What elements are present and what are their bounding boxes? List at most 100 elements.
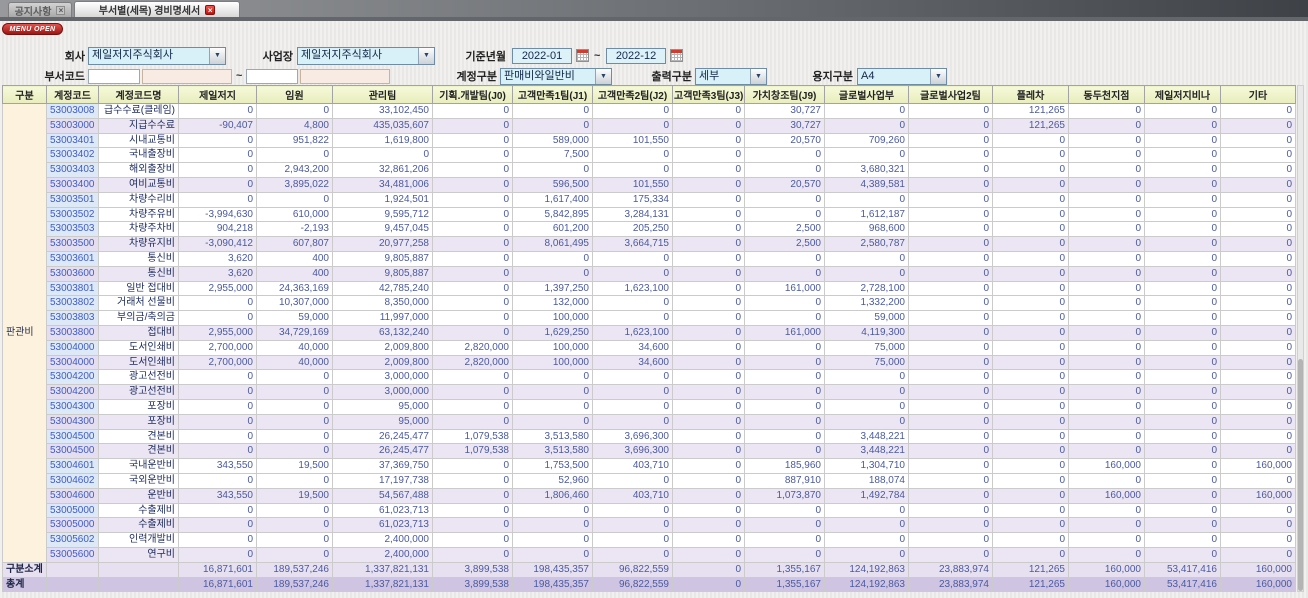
dept-code-from-input[interactable] <box>88 69 140 84</box>
amount-cell: 20,977,258 <box>332 236 433 252</box>
table-row[interactable]: 53004500 견본비 0 0 26,245,477 1,079,538 3,513,58… <box>3 428 1296 445</box>
table-row[interactable]: 53003000 지급수수료 -90,407 4,800 435,035,607 0 0 0 0… <box>3 117 1296 134</box>
period-from-input[interactable] <box>512 48 572 64</box>
table-row[interactable]: 53003500 차량유지비 -3,090,412 607,807 20,977,258… <box>3 236 1296 252</box>
table-row[interactable]: 53004600 운반비 343,550 19,500 54,567,488 0 1,806… <box>3 487 1296 504</box>
account-code-cell: 53004300 <box>46 413 99 430</box>
amount-cell: 0 <box>1068 428 1145 445</box>
account-code-cell: 53004500 <box>46 428 99 445</box>
footer-amount-cell: 23,883,974 <box>908 561 993 578</box>
table-row[interactable]: 53003501 차량수리비 0 0 1,924,501 0 1,617,400 175,33… <box>3 191 1296 208</box>
account-code-cell: 53003400 <box>46 176 99 193</box>
amount-cell: 26,245,477 <box>332 428 433 445</box>
amount-cell: 0 <box>744 354 825 371</box>
amount-cell: 0 <box>512 384 593 400</box>
table-row[interactable]: 53004000 도서인쇄비 2,700,000 40,000 2,009,800 2,8… <box>3 339 1296 356</box>
workplace-select[interactable]: 제일저지주식회사 ▼ <box>297 47 435 65</box>
amount-cell: 3,284,131 <box>592 206 673 223</box>
table-row[interactable]: 53004300 포장비 0 0 95,000 0 0 0 0 0 0 0 0 0 0 0 <box>3 398 1296 415</box>
table-row[interactable]: 53004200 광고선전비 0 0 3,000,000 0 0 0 0 0 0 0 0 0 0 0 <box>3 369 1296 386</box>
tab-expense-report[interactable]: 부서별(세목) 경비명세서 × <box>74 1 240 17</box>
paper-type-select[interactable]: A4 ▼ <box>857 68 947 85</box>
amount-cell: 0 <box>178 398 257 415</box>
account-name-cell: 일반 접대비 <box>98 280 179 297</box>
table-row[interactable]: 53004602 국외운반비 0 0 17,197,738 0 52,960 0 0 887,91… <box>3 472 1296 489</box>
amount-cell: 0 <box>1144 162 1221 178</box>
amount-cell: 0 <box>432 265 513 282</box>
amount-cell: 343,550 <box>178 487 257 504</box>
column-header: 임원 <box>256 85 333 104</box>
amount-cell: 0 <box>1068 546 1145 563</box>
account-type-select[interactable]: 판매비와일반비 ▼ <box>500 68 612 85</box>
table-row[interactable]: 53003401 시내교통비 0 951,822 1,619,800 0 589,000 10… <box>3 132 1296 149</box>
amount-cell: 33,102,450 <box>332 103 433 119</box>
account-code-cell: 53005602 <box>46 532 99 548</box>
table-row[interactable]: 53005600 연구비 0 0 2,400,000 0 0 0 0 0 0 0 0 0 0 0 <box>3 546 1296 563</box>
amount-cell: 0 <box>744 502 825 519</box>
chevron-down-icon[interactable]: ▼ <box>595 69 611 84</box>
amount-cell: 0 <box>256 369 333 386</box>
footer-amount-cell: 16,871,601 <box>178 576 257 593</box>
amount-cell: 3,448,221 <box>824 428 909 445</box>
amount-cell: 0 <box>256 532 333 548</box>
table-row[interactable]: 53005000 수출제비 0 0 61,023,713 0 0 0 0 0 0 0 0 0 0 0 <box>3 502 1296 519</box>
dept-code-to-input[interactable] <box>246 69 298 84</box>
scrollbar-thumb[interactable] <box>1298 358 1303 591</box>
table-row[interactable]: 53004200 광고선전비 0 0 3,000,000 0 0 0 0 0 0 0 0 0 0 0 <box>3 384 1296 400</box>
table-row[interactable]: 53003403 해외출장비 0 2,943,200 32,861,206 0 0 0 0 0 3,… <box>3 162 1296 178</box>
amount-cell: 0 <box>592 369 673 386</box>
workplace-select-value: 제일저지주식회사 <box>301 49 382 61</box>
tab-close-icon[interactable]: × <box>205 4 216 15</box>
tab-notice[interactable]: 공지사항 × <box>8 2 72 18</box>
amount-cell: 0 <box>992 162 1069 178</box>
table-row[interactable]: 53004000 도서인쇄비 2,700,000 40,000 2,009,800 2,8… <box>3 354 1296 371</box>
tab-close-icon[interactable]: × <box>56 5 66 15</box>
chevron-down-icon[interactable]: ▼ <box>750 69 766 84</box>
vertical-scrollbar[interactable] <box>1297 85 1304 592</box>
table-row[interactable]: 53005602 인력개발비 0 0 2,400,000 0 0 0 0 0 0 0 0 0 0 0 <box>3 532 1296 548</box>
amount-cell: 0 <box>256 191 333 208</box>
amount-cell: 3,513,580 <box>512 428 593 445</box>
table-row[interactable]: 53005000 수출제비 0 0 61,023,713 0 0 0 0 0 0 0 0 0 0 0 <box>3 517 1296 534</box>
amount-cell: 0 <box>1068 472 1145 489</box>
chevron-down-icon[interactable]: ▼ <box>418 48 434 64</box>
amount-cell: 0 <box>432 398 513 415</box>
table-row[interactable]: 53003503 차량주차비 904,218 -2,193 9,457,045 0 601,… <box>3 221 1296 238</box>
amount-cell: 0 <box>432 546 513 563</box>
period-to-input[interactable] <box>606 48 666 64</box>
chevron-down-icon[interactable]: ▼ <box>930 69 946 84</box>
dept-name-to-field[interactable] <box>300 69 390 84</box>
table-row[interactable]: 53003803 부의금/축의금 0 59,000 11,997,000 0 100,000… <box>3 310 1296 326</box>
table-row[interactable]: 53004300 포장비 0 0 95,000 0 0 0 0 0 0 0 0 0 0 0 <box>3 413 1296 430</box>
calendar-icon[interactable] <box>670 49 683 62</box>
account-name-cell: 연구비 <box>98 546 179 563</box>
amount-cell: 0 <box>908 103 993 119</box>
amount-cell: 951,822 <box>256 132 333 149</box>
table-row[interactable]: 53003502 차량주유비 -3,994,630 610,000 9,595,712 0… <box>3 206 1296 223</box>
amount-cell: 0 <box>1220 502 1296 519</box>
company-select[interactable]: 제일저지주식회사 ▼ <box>88 47 226 65</box>
table-row[interactable]: 53003802 거래처 선물비 0 10,307,000 8,350,000 0 132,… <box>3 295 1296 312</box>
amount-cell: 0 <box>1068 221 1145 238</box>
column-header: 기타 <box>1220 85 1296 104</box>
table-row[interactable]: 53003402 국내출장비 0 0 0 0 7,500 0 0 0 0 0 0 0 0 0 <box>3 147 1296 164</box>
table-row[interactable]: 53004500 견본비 0 0 26,245,477 1,079,538 3,513,58… <box>3 443 1296 460</box>
table-row[interactable]: 53003800 접대비 2,955,000 34,729,169 63,132,240… <box>3 324 1296 341</box>
amount-cell: 0 <box>256 384 333 400</box>
amount-cell: 0 <box>824 546 909 563</box>
chevron-down-icon[interactable]: ▼ <box>209 48 225 64</box>
table-row[interactable]: 53004601 국내운반비 343,550 19,500 37,369,750 0 1,7… <box>3 458 1296 474</box>
menu-open-button[interactable]: MENU OPEN <box>2 23 63 35</box>
dept-name-from-field[interactable] <box>142 69 232 84</box>
output-type-select[interactable]: 세부 ▼ <box>695 68 767 85</box>
amount-cell: 8,350,000 <box>332 295 433 312</box>
table-row[interactable]: 53003601 통신비 3,620 400 9,805,887 0 0 0 0 0 0 0 0 0 0 0 <box>3 250 1296 267</box>
table-row[interactable]: 53003600 통신비 3,620 400 9,805,887 0 0 0 0 0 0 0 0 0 0 0 <box>3 265 1296 282</box>
footer-amount-cell: 1,355,167 <box>744 576 825 593</box>
amount-cell: 0 <box>992 502 1069 519</box>
table-row[interactable]: 53003400 여비교통비 0 3,895,022 34,481,006 0 596,50… <box>3 176 1296 193</box>
table-row[interactable]: 53003801 일반 접대비 2,955,000 24,363,169 42,785,… <box>3 280 1296 297</box>
amount-cell: 0 <box>744 546 825 563</box>
calendar-icon[interactable] <box>576 49 589 62</box>
table-row[interactable]: 판관비 53003008 급수수료(클레임) 0 0 33,102,450 0 0 0 0 30,7… <box>2 103 1296 563</box>
